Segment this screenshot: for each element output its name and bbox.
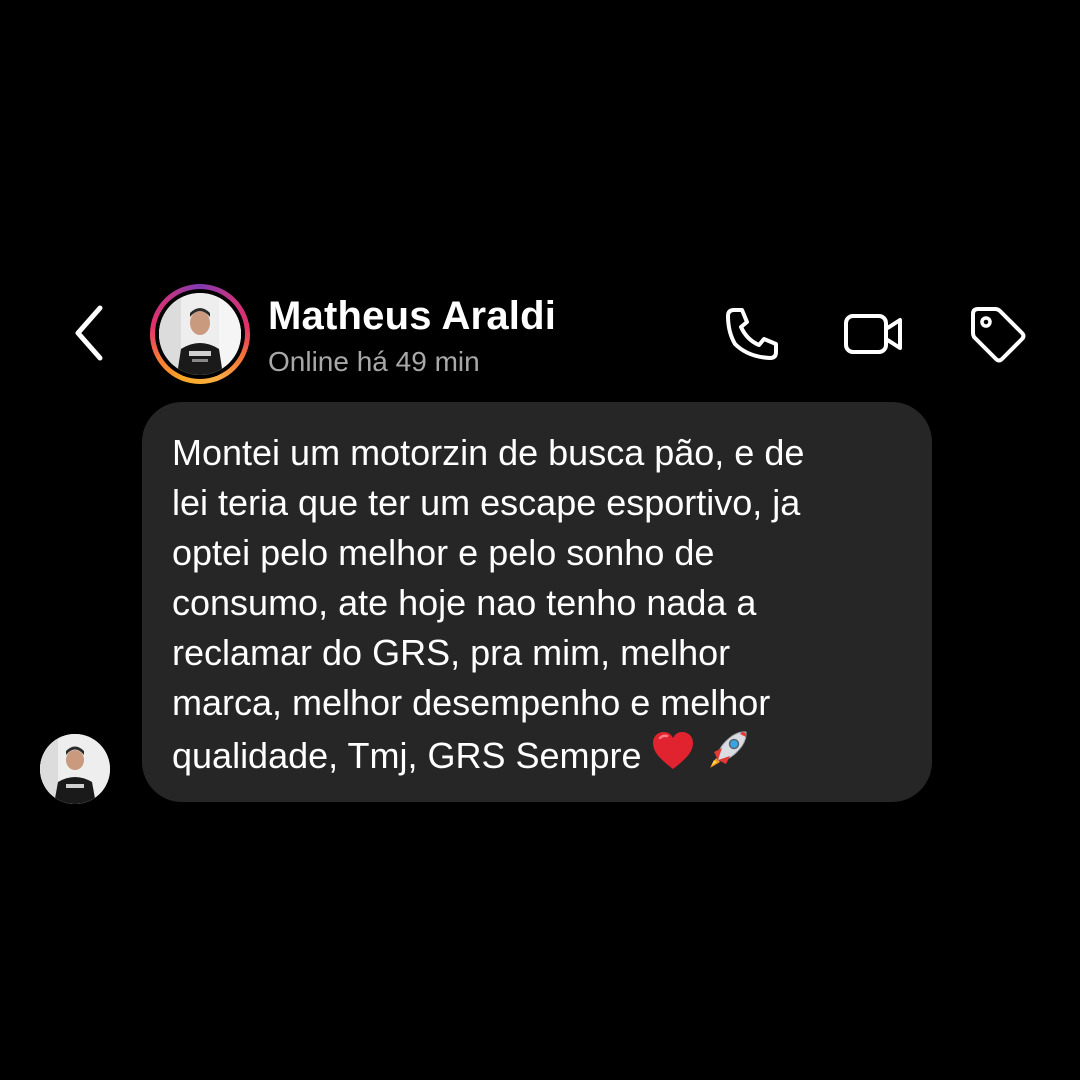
- back-button[interactable]: [62, 298, 118, 368]
- sender-avatar[interactable]: [40, 734, 110, 804]
- contact-avatar[interactable]: [150, 284, 250, 384]
- chevron-left-icon: [75, 305, 103, 361]
- phone-icon: [726, 308, 778, 360]
- avatar-photo: [159, 293, 241, 375]
- tag-button[interactable]: [965, 302, 1029, 366]
- message-text: Montei um motorzin de busca pão, e de le…: [172, 432, 805, 776]
- person-photo-icon: [40, 734, 110, 804]
- person-photo-icon: [159, 293, 241, 375]
- rocket-emoji: [704, 728, 750, 774]
- call-button[interactable]: [720, 302, 784, 366]
- message-bubble[interactable]: Montei um motorzin de busca pão, e de le…: [142, 402, 932, 802]
- tag-icon: [971, 307, 1026, 363]
- online-status: Online há 49 min: [268, 346, 480, 377]
- contact-name[interactable]: Matheus Araldi: [268, 294, 556, 339]
- chat-header: Matheus Araldi Online há 49 min: [0, 270, 1080, 400]
- red-heart-emoji: [650, 728, 696, 774]
- video-call-button[interactable]: [842, 302, 906, 366]
- video-camera-icon: [844, 314, 902, 354]
